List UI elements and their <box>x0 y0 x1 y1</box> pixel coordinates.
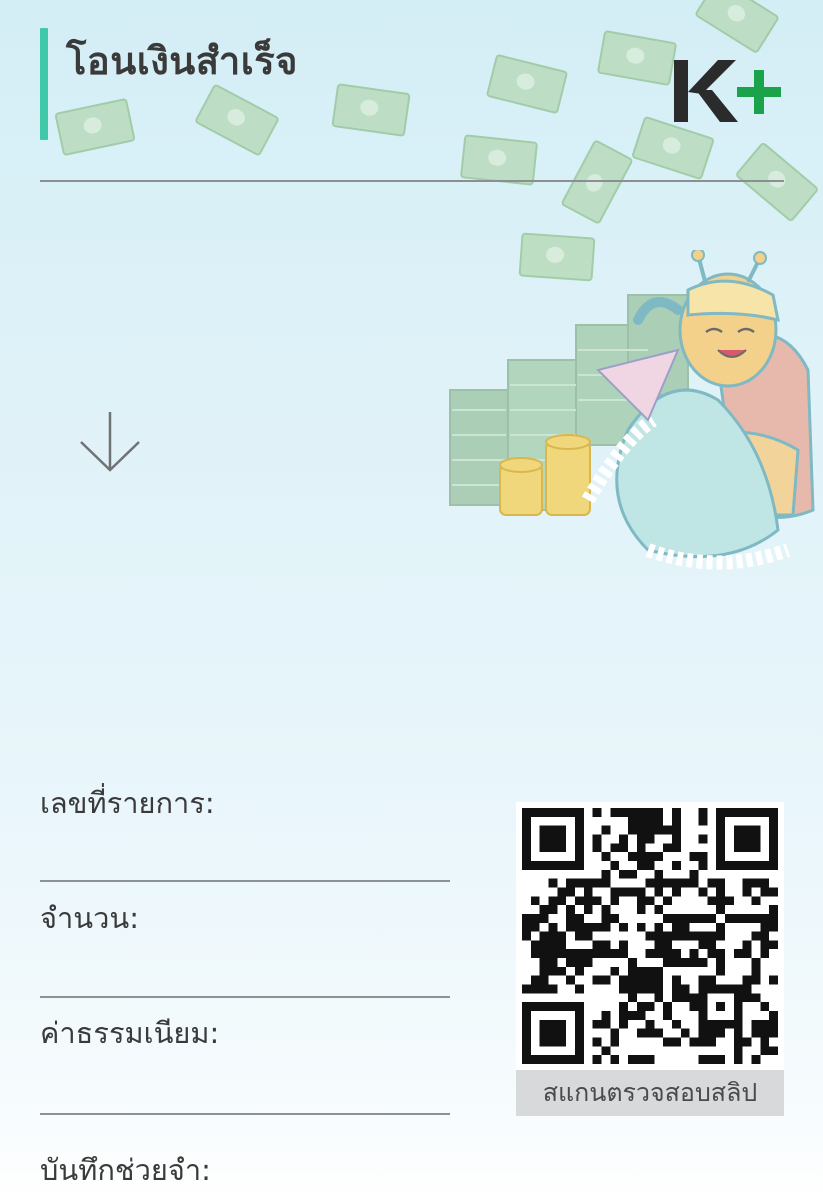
fee-label: ค่าธรรมเนียม: <box>40 1016 220 1050</box>
logo-text: K+ <box>672 52 674 53</box>
header-divider <box>40 180 784 182</box>
field-divider <box>40 880 450 882</box>
amount-label: จำนวน: <box>40 901 139 935</box>
page-title: โอนเงินสำเร็จ <box>66 39 298 83</box>
field-divider <box>40 1113 450 1115</box>
down-arrow-icon <box>80 412 140 472</box>
memo-label: บันทึกช่วยจำ: <box>40 1153 211 1187</box>
transaction-number-label: เลขที่รายการ: <box>40 786 215 820</box>
kplus-logo: K+ <box>672 52 781 122</box>
field-divider <box>40 996 450 998</box>
qr-scan-caption: สแกนตรวจสอบสลิป <box>516 1070 784 1116</box>
title-accent-bar <box>40 28 48 140</box>
qr-code[interactable] <box>522 808 778 1064</box>
mascot-illustration <box>449 250 815 570</box>
